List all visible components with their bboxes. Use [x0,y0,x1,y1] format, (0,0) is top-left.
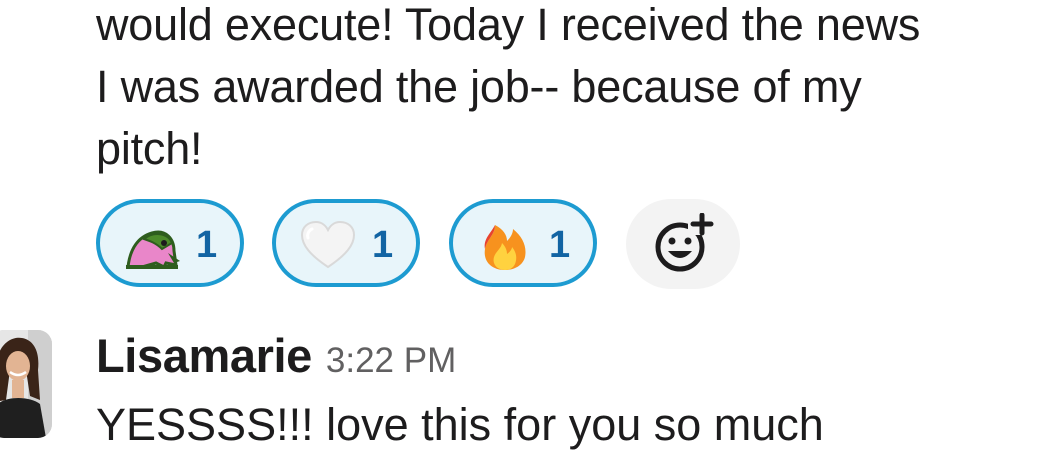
add-reaction-button[interactable] [626,199,740,289]
message-line: would execute! Today I received the news [96,0,921,50]
party-blob-icon [122,219,182,271]
reaction-count: 1 [372,224,394,266]
reply-header: Lisamarie 3:22 PM [96,328,456,390]
avatar[interactable] [0,330,52,438]
reaction-count: 1 [196,224,218,266]
timestamp[interactable]: 3:22 PM [326,341,456,380]
reaction-party-blob[interactable]: 1 [96,199,244,287]
reply-message-text: YESSSS!!! love this for you so much [96,399,824,450]
reaction-white-heart[interactable]: 1 [272,199,420,287]
reaction-fire[interactable]: 1 [449,199,597,287]
sender-name[interactable]: Lisamarie [96,329,312,382]
fire-icon [475,219,535,271]
add-emoji-icon [655,213,714,272]
message-line: I was awarded the job-- because of my [96,61,862,112]
white-heart-icon [298,219,358,271]
message-line: pitch! [96,123,203,174]
reaction-count: 1 [549,224,571,266]
message-body: would execute! Today I received the news… [96,0,1036,180]
message-pane: would execute! Today I received the news… [0,0,1047,473]
